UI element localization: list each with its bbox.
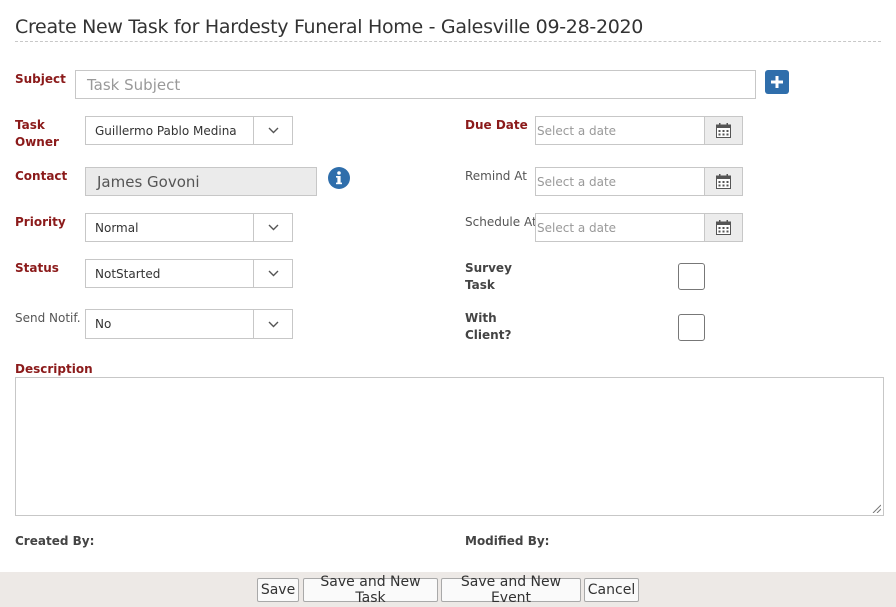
with-client-label: With Client? <box>465 310 511 344</box>
contact-value: James Govoni <box>97 172 200 191</box>
chevron-down-icon[interactable] <box>253 214 292 241</box>
calendar-icon[interactable] <box>704 214 742 241</box>
add-subject-button[interactable] <box>765 70 789 94</box>
send-notif-label: Send Notif. <box>15 311 81 325</box>
priority-value: Normal <box>95 220 139 235</box>
save-and-new-event-button[interactable]: Save and New Event <box>441 574 581 606</box>
created-by-label: Created By: <box>15 534 95 548</box>
send-notif-select[interactable]: No <box>85 309 293 339</box>
contact-input[interactable]: James Govoni <box>85 167 317 196</box>
due-date-input[interactable]: Select a date <box>535 116 743 145</box>
resize-handle-icon[interactable] <box>871 503 881 513</box>
remind-at-input[interactable]: Select a date <box>535 167 743 196</box>
schedule-at-label: Schedule At <box>465 215 537 229</box>
remind-at-placeholder: Select a date <box>537 174 617 189</box>
survey-task-checkbox[interactable] <box>678 263 705 290</box>
task-owner-label-line1: Task <box>15 118 45 132</box>
task-owner-label-line2: Owner <box>15 135 59 149</box>
chevron-down-icon[interactable] <box>253 310 292 338</box>
page-title: Create New Task for Hardesty Funeral Hom… <box>15 16 644 38</box>
calendar-icon[interactable] <box>704 168 742 195</box>
schedule-at-input[interactable]: Select a date <box>535 213 743 242</box>
cancel-button[interactable]: Cancel <box>584 578 639 602</box>
info-icon[interactable] <box>328 167 350 189</box>
with-client-label-line1: With <box>465 311 497 325</box>
task-owner-value: Guillermo Pablo Medina <box>95 123 237 138</box>
priority-select[interactable]: Normal <box>85 213 293 242</box>
subject-placeholder: Task Subject <box>87 75 181 94</box>
chevron-down-icon[interactable] <box>253 260 292 287</box>
status-value: NotStarted <box>95 266 161 281</box>
title-divider <box>15 41 881 42</box>
status-label: Status <box>15 261 59 275</box>
subject-input[interactable]: Task Subject <box>75 70 756 99</box>
remind-at-label: Remind At <box>465 169 527 183</box>
status-select[interactable]: NotStarted <box>85 259 293 288</box>
description-label: Description <box>15 362 93 376</box>
save-and-new-task-button[interactable]: Save and New Task <box>303 574 438 606</box>
calendar-icon[interactable] <box>704 117 742 144</box>
survey-task-label: Survey Task <box>465 260 512 294</box>
modified-by-label: Modified By: <box>465 534 550 548</box>
send-notif-value: No <box>95 317 112 331</box>
survey-task-label-line2: Task <box>465 278 495 292</box>
survey-task-label-line1: Survey <box>465 261 512 275</box>
with-client-checkbox[interactable] <box>678 314 705 341</box>
subject-label: Subject <box>15 72 66 86</box>
with-client-label-line2: Client? <box>465 328 512 342</box>
schedule-at-placeholder: Select a date <box>537 220 617 235</box>
due-date-placeholder: Select a date <box>537 123 617 138</box>
priority-label: Priority <box>15 215 66 229</box>
plus-icon <box>771 76 783 88</box>
task-owner-label: Task Owner <box>15 117 59 151</box>
due-date-label: Due Date <box>465 118 528 132</box>
save-button[interactable]: Save <box>257 578 299 602</box>
contact-label: Contact <box>15 169 68 183</box>
chevron-down-icon[interactable] <box>253 117 292 144</box>
description-textarea[interactable] <box>15 377 884 516</box>
task-owner-select[interactable]: Guillermo Pablo Medina <box>85 116 293 145</box>
